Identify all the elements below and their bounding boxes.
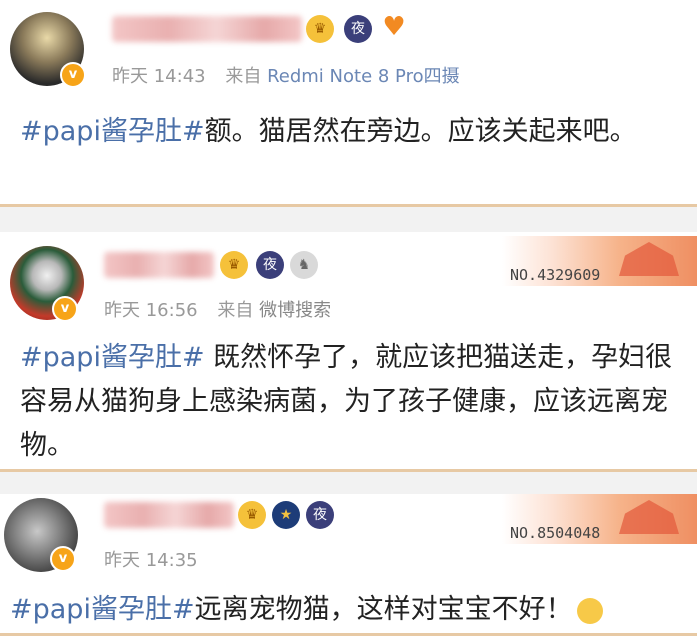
silver-medal-icon[interactable]: ♞ (290, 251, 318, 279)
verified-icon: v (60, 62, 86, 88)
source-link[interactable]: Redmi Note 8 Pro四摄 (267, 66, 460, 87)
post-content: #papi酱孕肚#远离宠物猫，这样对宝宝不好！ (10, 588, 677, 632)
night-icon[interactable]: 夜 (256, 251, 284, 279)
post-meta: 昨天 16:56 来自 微博搜索 (104, 296, 331, 322)
post-content: #papi酱孕肚#额。猫居然在旁边。应该关起来吧。 (20, 110, 677, 154)
gate-icon (619, 242, 679, 276)
gate-icon (619, 500, 679, 534)
post-meta: 昨天 14:43 来自 Redmi Note 8 Pro四摄 (112, 62, 460, 88)
fan-badge[interactable]: NO.4329609 (502, 236, 697, 286)
username-blurred[interactable] (104, 502, 234, 528)
post-text: 额。猫居然在旁边。应该关起来吧。 (204, 116, 637, 147)
star-icon[interactable]: ★ (272, 501, 300, 529)
divider (0, 207, 697, 229)
post-content: #papi酱孕肚# 既然怀孕了，就应该把猫送走，孕妇很容易从猫狗身上感染病菌，为… (20, 336, 677, 468)
crown-icon[interactable]: ♛ (238, 501, 266, 529)
verified-icon: v (50, 546, 76, 572)
post-time: 昨天 16:56 (104, 300, 198, 321)
fan-badge[interactable]: NO.8504048 (502, 494, 697, 544)
emoji-icon (576, 597, 603, 624)
hashtag-link[interactable]: #papi酱孕肚# (10, 594, 195, 625)
crown-icon[interactable]: ♛ (306, 15, 334, 43)
post-time: 昨天 14:35 (104, 550, 198, 571)
heart-icon[interactable]: ♥ (380, 13, 408, 41)
divider (0, 472, 697, 494)
source-link[interactable]: 微博搜索 (259, 300, 331, 321)
weibo-post-1: v ♛ 夜 ♥ 昨天 14:43 来自 Redmi Note 8 Pro四摄 #… (0, 0, 697, 207)
source-prefix: 来自 (217, 300, 254, 321)
weibo-post-2: NO.4329609 v ♛ 夜 ♞ 昨天 16:56 来自 微博搜索 #pap… (0, 232, 697, 472)
weibo-post-3: NO.8504048 v ♛ ★ 夜 昨天 14:35 #papi酱孕肚#远离宠… (0, 494, 697, 636)
night-icon[interactable]: 夜 (306, 501, 334, 529)
username-blurred[interactable] (112, 16, 302, 42)
post-time: 昨天 14:43 (112, 66, 206, 87)
verified-icon: v (52, 296, 78, 322)
source-prefix: 来自 (225, 66, 262, 87)
crown-icon[interactable]: ♛ (220, 251, 248, 279)
badge-number: NO.8504048 (510, 524, 601, 542)
hashtag-link[interactable]: #papi酱孕肚# (20, 342, 205, 373)
night-icon[interactable]: 夜 (344, 15, 372, 43)
badge-number: NO.4329609 (510, 266, 601, 284)
post-meta: 昨天 14:35 (104, 546, 198, 572)
post-text: 远离宠物猫，这样对宝宝不好！ (194, 594, 573, 625)
username-blurred[interactable] (104, 252, 214, 278)
hashtag-link[interactable]: #papi酱孕肚# (20, 116, 205, 147)
